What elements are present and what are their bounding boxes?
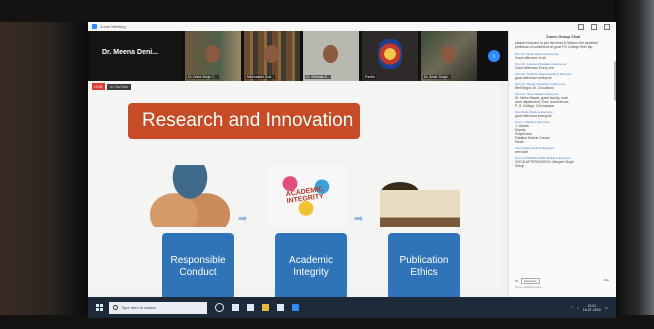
edge-icon[interactable] (232, 304, 239, 311)
picture-caption: ACADEMIC INTEGRITY (285, 185, 325, 206)
system-tray: ⌃ ♪ 13:01 16-07-2020 ▭ (570, 304, 608, 312)
concept-label: Academic Integrity (289, 255, 333, 278)
monitor-bezel-right (614, 0, 654, 329)
concept-box: Publication Ethics (388, 233, 460, 301)
concept-box: Academic Integrity (275, 233, 347, 301)
participant-name: Dr. Nirmala S... (305, 75, 331, 79)
monitor-screen: Zoom Meeting Dr. Meena Deni... Dr.Vinita… (88, 22, 616, 318)
chat-to-label: To: (515, 279, 520, 283)
chat-text: J. Shukla Deputy Polytechnic Patalkot Du… (515, 124, 550, 144)
chat-text: Dr. Neelu Rawat, guest faculty, rural wo… (515, 96, 569, 108)
concept-box: Responsible Conduct (162, 233, 234, 301)
participant-strip: Dr. Meena Deni... Dr.Vinita Singh C... M… (88, 31, 510, 81)
chat-message: From Dr. Deepa Choudhary to Everyone: We… (509, 81, 616, 91)
gavel-books-picture (380, 165, 460, 227)
chat-message: From GYANPATH DAVE SINGH to Everyone: GO… (509, 155, 616, 169)
minimize-button[interactable] (578, 23, 584, 30)
participant-tile[interactable]: Parikh (362, 31, 418, 81)
zoom-taskbar-icon[interactable] (292, 304, 299, 311)
participant-tile[interactable]: Meenakshi Gulr... (244, 31, 300, 81)
live-stream-label: on YouTube (106, 83, 132, 90)
slide-title: Research and Innovation (142, 110, 354, 131)
participant-name: Dr. Amar Singh... (423, 75, 452, 79)
chat-message: From Shilpa Singh to Everyone: well star… (509, 145, 616, 155)
notifications-icon[interactable]: ▭ (605, 306, 608, 310)
hands-globe-picture (150, 165, 230, 227)
chat-text: well start (515, 150, 529, 154)
search-placeholder: Type here to search (121, 305, 157, 310)
close-button[interactable] (604, 23, 610, 30)
chat-message: From Dr. Sudha R. Raghuwanshi to Everyon… (509, 71, 616, 81)
chat-text: good afternoon everyone (515, 76, 552, 80)
maximize-button[interactable] (591, 23, 597, 30)
arrow-right-icon: ➡ (238, 213, 248, 225)
chat-message: From J. Shukla to Everyone: J. Shukla De… (509, 119, 616, 145)
chat-recipient: To: Everyone (515, 278, 540, 284)
arrow-right-icon: ➡ (354, 213, 364, 225)
participant-tile[interactable]: Dr.Vinita Singh C... (185, 31, 241, 81)
chat-text: good afternoon everyone (515, 114, 552, 118)
participant-name: Meenakshi Gulr... (246, 75, 276, 79)
college-logo (378, 39, 402, 69)
participant-name: Dr. Meena Deni... (102, 49, 159, 56)
chat-recipient-select[interactable]: Everyone (521, 278, 540, 284)
participant-tile[interactable]: Dr. Nirmala S... (303, 31, 359, 81)
concept-label: Publication Ethics (399, 255, 449, 278)
monitor-bezel-left (0, 0, 88, 329)
participant-name: Dr.Vinita Singh C... (187, 75, 219, 79)
chat-intro-text: please everyone to join the meet to Miss… (515, 41, 598, 49)
taskbar-clock[interactable]: 13:01 16-07-2020 (583, 304, 601, 312)
chat-message-input[interactable]: Type message here... (515, 285, 544, 289)
chat-panel: Zoom Group Chat please everyone to join … (508, 31, 616, 297)
live-badge[interactable]: LIVE (92, 83, 105, 90)
taskbar-search-box[interactable]: Type here to search (109, 301, 207, 314)
zoom-title-bar: Zoom Meeting (88, 22, 616, 31)
volume-icon[interactable]: ♪ (577, 306, 579, 310)
chat-message: From Dr. Neelu Rawat to Everyone: Dr. Ne… (509, 91, 616, 109)
taskbar-app-icons (215, 303, 299, 312)
chat-message: From Dr. Gurpreet Ahluwalia to Everyone:… (509, 61, 616, 71)
chat-text: Good afternoon to all (515, 56, 546, 60)
windows-taskbar: Type here to search ⌃ ♪ 13:01 16-07-2020… (88, 297, 616, 318)
chat-scrollbar[interactable] (614, 61, 616, 101)
chat-file-button[interactable]: File (604, 278, 609, 282)
chat-message: From Neha Singh to Everyone: good aftern… (509, 109, 616, 119)
chat-text: Good Afternoon Every one (515, 66, 554, 70)
file-explorer-icon[interactable] (262, 304, 269, 311)
slide-title-banner: Research and Innovation (128, 103, 360, 139)
window-controls (578, 23, 610, 30)
chat-message: From Dr. Neelu Rawat to Everyone: Good a… (509, 51, 616, 61)
participant-tile[interactable]: Dr. Amar Singh... (421, 31, 477, 81)
share-status-bar: LIVE on YouTube (92, 83, 132, 90)
next-participants-button[interactable]: › (488, 50, 500, 62)
clock-date: 16-07-2020 (582, 307, 601, 312)
participant-tile[interactable]: Dr. Meena Deni... (90, 31, 182, 81)
academic-integrity-picture: ACADEMIC INTEGRITY (266, 165, 346, 227)
monitor-bezel-top (0, 0, 654, 22)
chat-title: Zoom Group Chat (546, 34, 580, 39)
zoom-app-icon (92, 24, 97, 29)
chat-text: GOOD AFTERNOON Dr. Manjeet Singh Setup (515, 160, 574, 168)
mail-icon[interactable] (277, 304, 284, 311)
windows-start-icon[interactable] (96, 304, 103, 311)
wifi-icon[interactable]: ⌃ (570, 306, 573, 310)
participant-name: Parikh (364, 75, 376, 79)
search-icon (113, 305, 118, 310)
window-title: Zoom Meeting (100, 24, 126, 29)
shared-slide: Research and Innovation ACADEMIC INTEGRI… (88, 81, 500, 301)
chat-text: Well Begun Dr. Choudhury (515, 86, 554, 90)
store-icon[interactable] (247, 304, 254, 311)
task-view-icon[interactable] (215, 303, 224, 312)
concept-label: Responsible Conduct (170, 255, 226, 278)
